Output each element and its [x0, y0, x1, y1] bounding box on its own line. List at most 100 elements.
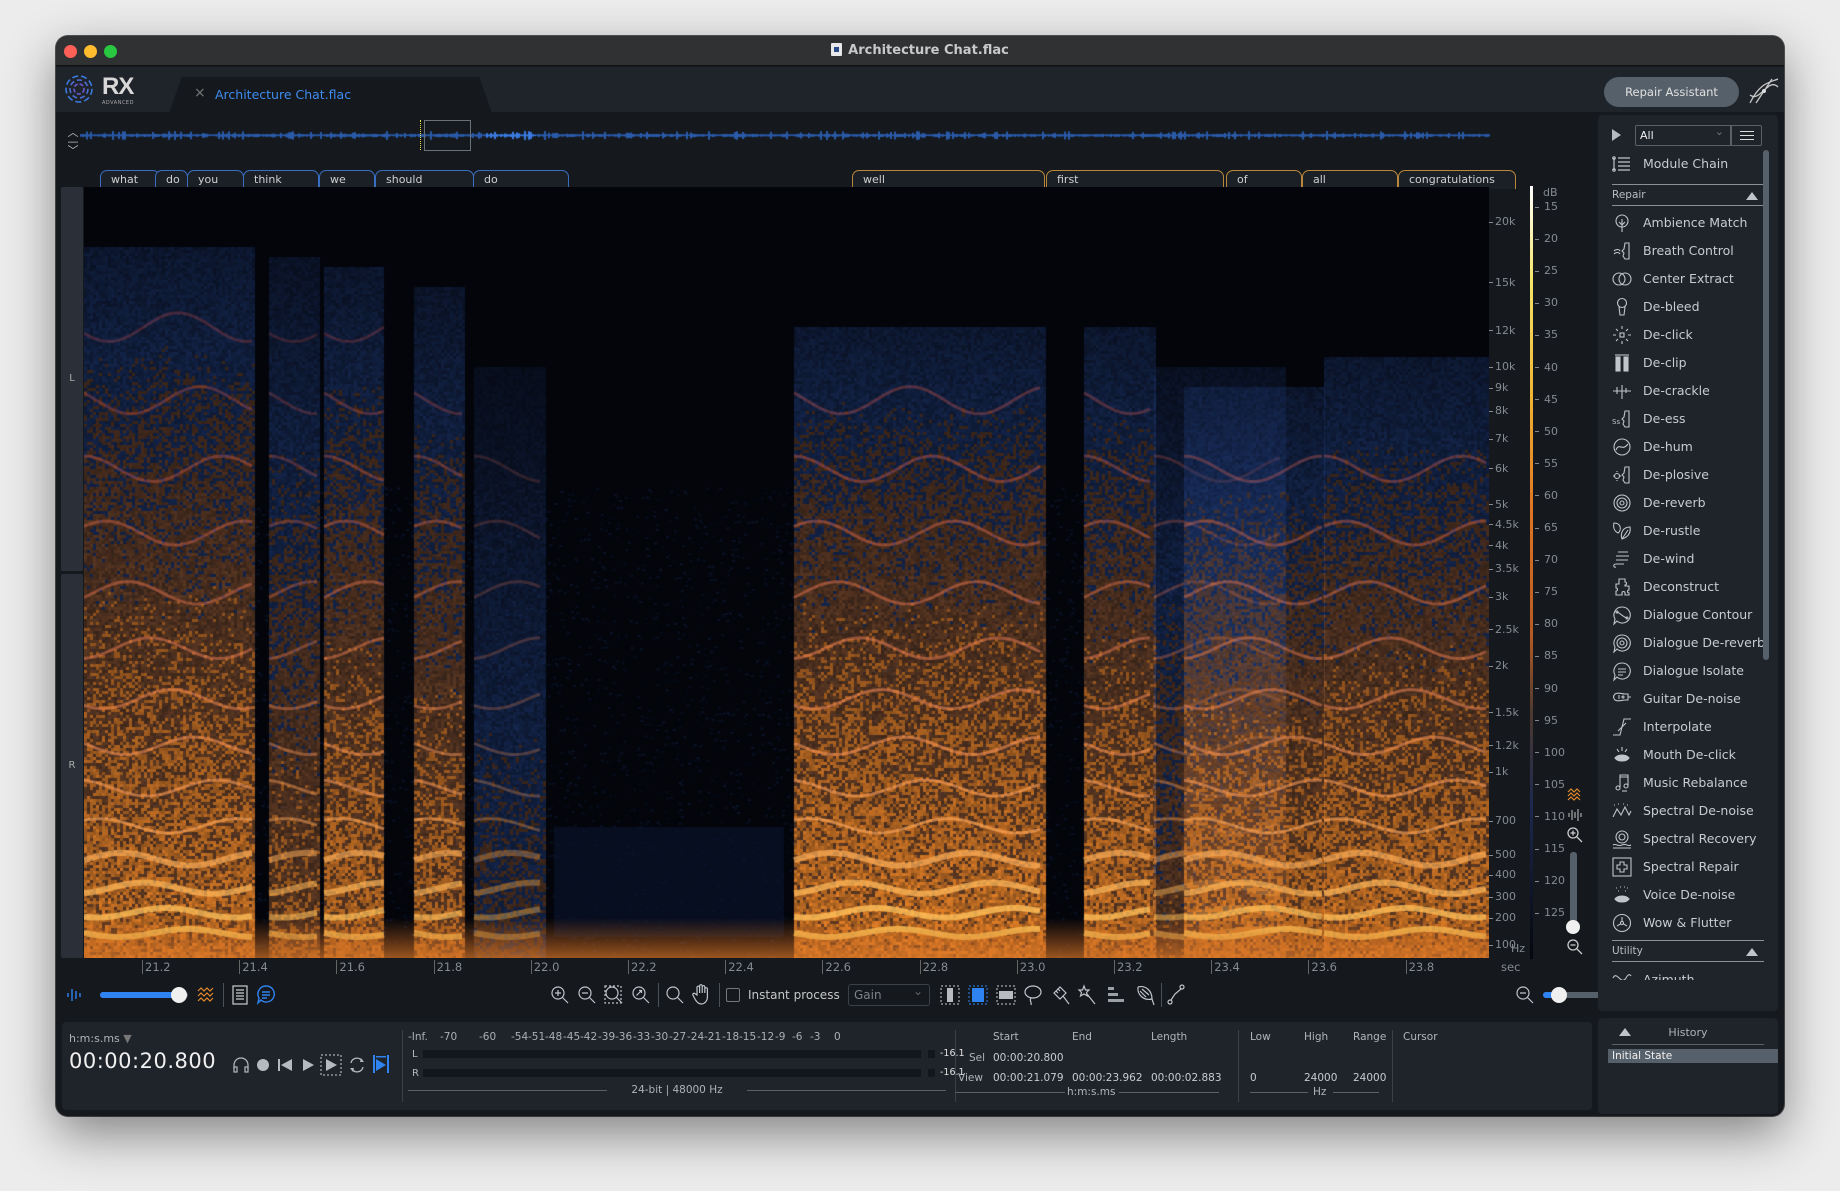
meter-scale-tick: -51: [528, 1031, 546, 1043]
logo-subtext: ADVANCED: [102, 100, 134, 106]
overview-playhead: [420, 120, 421, 150]
module-panel-scrollbar[interactable]: [1763, 150, 1769, 660]
waveform-mode-icon[interactable]: [1567, 808, 1583, 822]
window-title: Architecture Chat.flac: [56, 43, 1784, 58]
file-tab[interactable]: × Architecture Chat.flac: [169, 77, 492, 113]
vertical-zoom-slider[interactable]: [1566, 852, 1580, 934]
module-item[interactable]: Azimuth: [1612, 970, 1772, 980]
instant-process-checkbox[interactable]: [726, 988, 740, 1002]
instant-process-mode-select[interactable]: Gain: [848, 984, 930, 1006]
vertical-zoom-knob[interactable]: [1566, 920, 1580, 934]
module-label[interactable]: Azimuth: [1643, 972, 1695, 980]
frequency-selection-tool-icon[interactable]: [996, 985, 1016, 1005]
spectrogram-canvas[interactable]: [84, 187, 1489, 958]
harmonic-selection-tool-icon[interactable]: [1106, 985, 1126, 1005]
overview-view-window[interactable]: [424, 120, 471, 151]
time-format-label[interactable]: h:m:s.ms: [69, 1032, 120, 1045]
meter-scale-tick: -30: [651, 1031, 669, 1043]
file-tab-name[interactable]: Architecture Chat.flac: [215, 87, 351, 102]
logo-text: RX: [102, 73, 134, 100]
db-tick: 45: [1535, 393, 1558, 406]
end-header: End: [1072, 1031, 1092, 1043]
collapse-expand-icon[interactable]: ︿ — ﹀: [66, 127, 80, 156]
channel-right[interactable]: R: [61, 574, 83, 958]
meter-scale-tick: -42: [580, 1031, 598, 1043]
meter-scale-tick: -9: [775, 1031, 786, 1043]
low-value[interactable]: 0: [1250, 1072, 1257, 1084]
db-tick: 100: [1535, 746, 1565, 759]
play-selection-icon[interactable]: [320, 1054, 342, 1076]
db-tick: 30: [1535, 296, 1558, 309]
close-tab-icon[interactable]: ×: [194, 85, 206, 101]
spectrogram-view-icon[interactable]: [196, 986, 216, 1004]
view-end-value[interactable]: 00:00:23.962: [1072, 1072, 1143, 1084]
db-tick: 90: [1535, 682, 1558, 695]
loop-icon[interactable]: [347, 1055, 367, 1075]
db-tick: 65: [1535, 521, 1558, 534]
history-panel: History Initial State: [1598, 1018, 1778, 1114]
time-format-select[interactable]: h:m:s.ms ▼: [69, 1032, 132, 1045]
zoom-out-icon[interactable]: [577, 985, 597, 1005]
play-icon[interactable]: [300, 1057, 316, 1073]
waveform-overview[interactable]: ︿ — ﹀: [56, 113, 1596, 163]
sel-start-value[interactable]: 00:00:20.800: [993, 1052, 1064, 1064]
skip-to-start-icon[interactable]: [277, 1057, 293, 1073]
follow-playback-icon[interactable]: [372, 1054, 390, 1074]
magnify-tool-icon[interactable]: [665, 985, 685, 1005]
time-tick: 21.2: [142, 960, 171, 974]
time-selection-tool-icon[interactable]: [940, 985, 960, 1005]
meter-right-bar: [423, 1069, 921, 1077]
frequency-tick: 4k: [1489, 539, 1508, 552]
time-format-caret-icon[interactable]: ▼: [123, 1032, 131, 1045]
headphones-icon[interactable]: [232, 1057, 250, 1073]
history-divider: [1612, 1044, 1764, 1045]
zoom-out-vertical-icon[interactable]: [1566, 938, 1584, 956]
meter-left-label: L: [412, 1049, 418, 1060]
frequency-tick: 15k: [1489, 276, 1515, 289]
meter-scale-tick: -48: [545, 1031, 563, 1043]
zoom-to-selection-icon[interactable]: [604, 985, 624, 1005]
text-list-icon[interactable]: [232, 985, 248, 1005]
channel-selector[interactable]: L R: [61, 187, 83, 958]
zoom-out-horizontal-icon[interactable]: [1515, 985, 1535, 1005]
db-tick: 15: [1535, 200, 1558, 213]
meter-scale-tick: -6: [792, 1031, 803, 1043]
freq-unit-label: Hz: [1313, 1086, 1327, 1098]
panel-divider: [1238, 1030, 1239, 1102]
spectrogram[interactable]: [84, 187, 1489, 958]
spectrogram-mode-icon[interactable]: [1566, 788, 1586, 804]
hand-tool-icon[interactable]: [692, 983, 712, 1005]
record-icon[interactable]: [255, 1057, 271, 1073]
db-tick: 70: [1535, 553, 1558, 566]
toolbar-divider: [223, 983, 224, 1007]
window-title-text: Architecture Chat.flac: [848, 43, 1009, 58]
time-frequency-selection-tool-icon[interactable]: [968, 985, 988, 1005]
transcript-bubble-icon[interactable]: [256, 984, 276, 1006]
repair-assistant-button[interactable]: Repair Assistant: [1604, 77, 1739, 107]
spectrogram-opacity-slider[interactable]: [100, 987, 188, 1003]
channel-left[interactable]: L: [61, 187, 83, 571]
zoom-in-icon[interactable]: [550, 985, 570, 1005]
feather-tool-icon[interactable]: [1134, 983, 1156, 1007]
toolbar-divider: [658, 983, 659, 1007]
view-start-value[interactable]: 00:00:21.079: [993, 1072, 1064, 1084]
azimuth-icon: [1612, 974, 1632, 980]
range-value[interactable]: 24000: [1353, 1072, 1386, 1084]
zoom-fit-icon[interactable]: [631, 985, 651, 1005]
app-window: Architecture Chat.flac RX ADVANCED × Arc…: [56, 36, 1784, 1116]
horizontal-zoom-knob[interactable]: [1550, 987, 1567, 1003]
high-value[interactable]: 24000: [1304, 1072, 1337, 1084]
ozone-link-icon[interactable]: [1746, 73, 1782, 109]
magic-wand-tool-icon[interactable]: [1077, 984, 1098, 1006]
pencil-tool-icon[interactable]: [1166, 984, 1186, 1006]
lasso-tool-icon[interactable]: [1023, 984, 1043, 1006]
view-length-value[interactable]: 00:00:02.883: [1151, 1072, 1222, 1084]
waveform-view-icon[interactable]: [66, 987, 84, 1003]
zoom-in-vertical-icon[interactable]: [1566, 826, 1584, 844]
opacity-slider-knob[interactable]: [171, 987, 188, 1003]
history-item[interactable]: Initial State: [1608, 1049, 1778, 1063]
brush-tool-icon[interactable]: [1051, 984, 1071, 1006]
divider-line: [955, 1092, 1065, 1093]
db-tick: 105: [1535, 778, 1565, 791]
frequency-tick: 300: [1489, 890, 1516, 903]
